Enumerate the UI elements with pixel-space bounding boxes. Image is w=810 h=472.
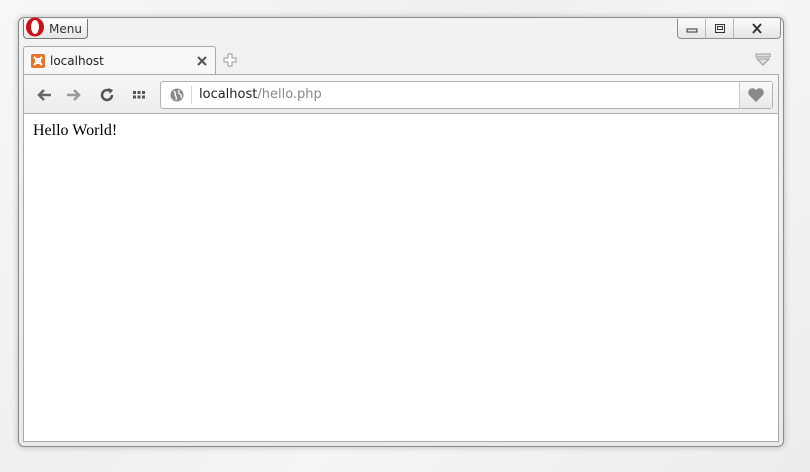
page-text: Hello World! [33, 122, 118, 139]
tab-close-icon[interactable] [195, 54, 209, 68]
xampp-icon [31, 54, 45, 68]
tab-menu-icon[interactable] [755, 53, 771, 67]
arrow-left-icon[interactable] [36, 87, 52, 103]
url-text[interactable]: localhost/hello.php [199, 87, 322, 102]
tab-strip: localhost [23, 44, 779, 74]
address-separator [191, 86, 192, 104]
minimize-icon [686, 28, 697, 32]
arrow-right-icon[interactable] [66, 87, 82, 103]
desktop: Menu localhost localhost/hello.php Hello… [0, 0, 810, 472]
address-bar[interactable]: localhost/hello.php [160, 81, 773, 109]
reload-icon[interactable] [99, 87, 115, 103]
tab-localhost[interactable]: localhost [23, 46, 216, 74]
close-window-button[interactable] [734, 19, 780, 38]
bookmark-button[interactable] [739, 82, 772, 108]
tab-title: localhost [50, 54, 104, 68]
navigation-toolbar: localhost/hello.php [23, 74, 779, 114]
window-controls [677, 19, 781, 39]
grid-icon[interactable] [131, 87, 147, 103]
plus-icon[interactable] [223, 53, 237, 67]
minimize-button[interactable] [678, 19, 706, 38]
heart-icon [748, 88, 764, 102]
globe-icon[interactable] [170, 88, 184, 102]
page-content: Hello World! [23, 114, 779, 442]
opera-logo-icon [26, 17, 44, 37]
url-host: localhost [199, 87, 258, 102]
restore-icon [714, 24, 725, 33]
browser-window: Menu localhost localhost/hello.php Hello… [18, 17, 784, 447]
close-icon [752, 23, 762, 34]
maximize-button[interactable] [706, 19, 734, 38]
opera-menu-button[interactable]: Menu [23, 17, 88, 39]
menu-label: Menu [49, 22, 82, 36]
url-path: /hello.php [257, 87, 322, 102]
